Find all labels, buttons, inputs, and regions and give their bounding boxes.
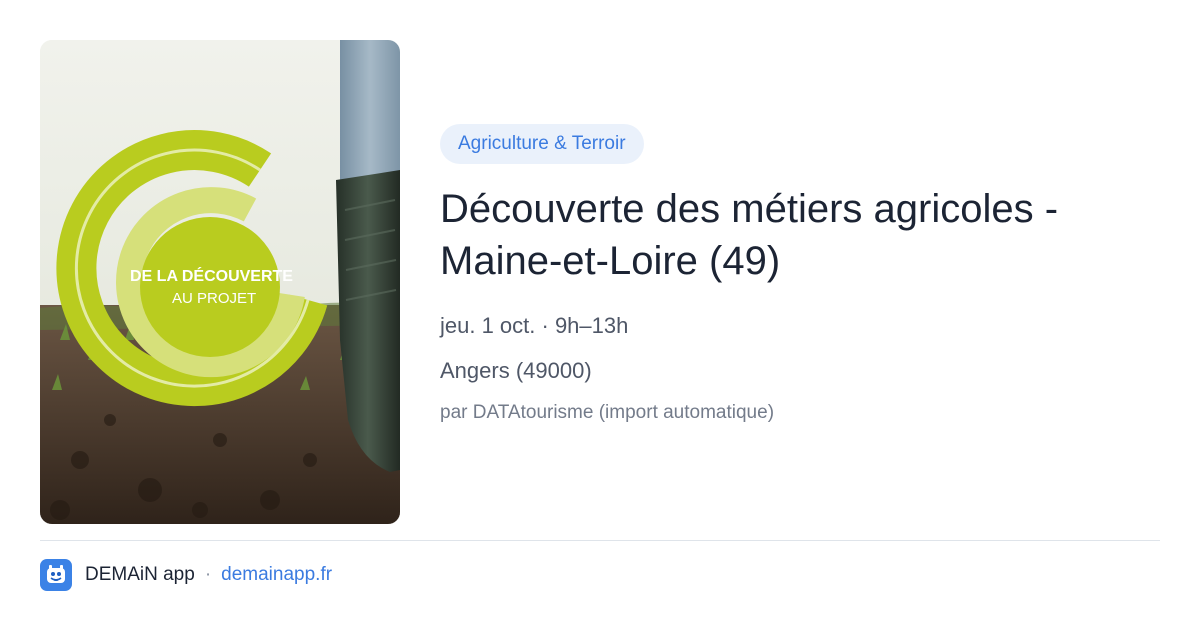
category-badge[interactable]: Agriculture & Terroir bbox=[440, 124, 644, 164]
event-image-illustration bbox=[40, 40, 400, 524]
event-image: DE LA DÉCOUVERTE AU PROJET bbox=[40, 40, 400, 524]
event-preview-card[interactable]: DE LA DÉCOUVERTE AU PROJET Agriculture &… bbox=[0, 0, 1200, 630]
event-source: par DATAtourisme (import automatique) bbox=[440, 402, 775, 423]
footer-divider bbox=[40, 540, 1160, 541]
event-date: jeu. 1 oct. · 9h–13h bbox=[440, 313, 629, 338]
app-domain-link[interactable]: demainapp.fr bbox=[221, 564, 332, 586]
robot-face-icon bbox=[47, 565, 65, 583]
event-location: Angers (49000) bbox=[440, 358, 592, 383]
event-title[interactable]: Découverte des métiers agricoles - Maine… bbox=[440, 183, 1170, 287]
footer-separator: · bbox=[204, 564, 212, 585]
app-name[interactable]: DEMAiN app bbox=[85, 564, 195, 586]
app-logo-icon[interactable] bbox=[40, 559, 72, 591]
footer: DEMAiN app · demainapp.fr bbox=[40, 558, 332, 592]
